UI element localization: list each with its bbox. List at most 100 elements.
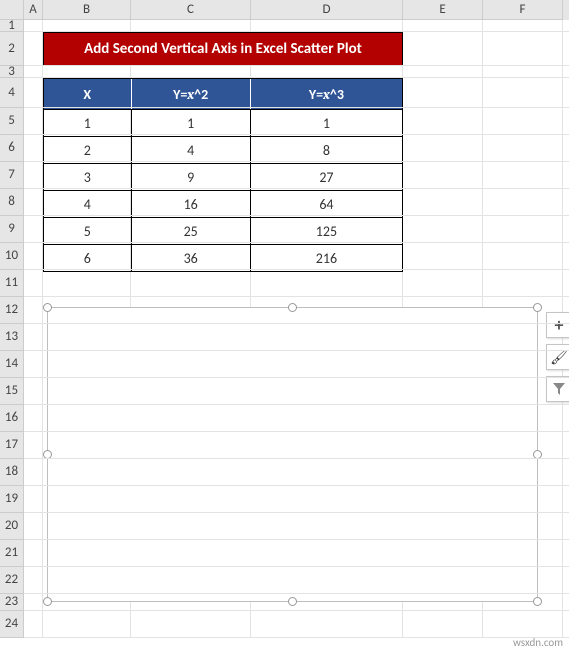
title-text: Add Second Vertical Axis in Excel Scatte… — [84, 40, 362, 58]
table-cell[interactable]: 4 — [132, 137, 251, 163]
table-row[interactable]: 248 — [44, 136, 402, 163]
row-header-5[interactable]: 5 — [0, 108, 24, 135]
plus-icon: + — [555, 314, 564, 336]
gridline — [24, 539, 569, 540]
header-y-cubed: Y=x^3 — [251, 79, 402, 109]
col-header-B[interactable]: B — [43, 0, 131, 20]
col-header-A[interactable]: A — [24, 0, 43, 20]
select-all-corner[interactable] — [0, 0, 24, 20]
table-cell[interactable]: 2 — [44, 137, 132, 163]
table-cell[interactable]: 9 — [132, 164, 251, 190]
gridline — [24, 269, 569, 270]
col-header-D[interactable]: D — [251, 0, 403, 20]
row-header-24[interactable]: 24 — [0, 611, 24, 638]
gridline — [24, 296, 569, 297]
resize-handle-nw[interactable] — [43, 303, 52, 312]
row-header-17[interactable]: 17 — [0, 432, 24, 459]
row-header-2[interactable]: 2 — [0, 32, 24, 66]
chart-float-buttons: + 🖌 — [546, 312, 569, 402]
table-cell[interactable]: 125 — [251, 218, 402, 244]
table-row[interactable]: 41664 — [44, 190, 402, 217]
table-cell[interactable]: 8 — [251, 137, 402, 163]
chart-filters-button[interactable] — [546, 376, 569, 402]
column-headers: A B C D E F — [0, 0, 569, 20]
row-header-8[interactable]: 8 — [0, 189, 24, 216]
table-cell[interactable]: 64 — [251, 191, 402, 217]
resize-handle-ne[interactable] — [533, 303, 542, 312]
table-cell[interactable]: 5 — [44, 218, 132, 244]
watermark: wsxdn.com — [513, 636, 563, 649]
funnel-icon — [552, 382, 566, 396]
table-row[interactable]: 525125 — [44, 217, 402, 244]
gridline — [24, 323, 569, 324]
gridline — [24, 377, 569, 378]
gridline — [24, 188, 569, 189]
table-row[interactable]: 111 — [44, 109, 402, 136]
gridline — [24, 566, 569, 567]
table-header-row: X Y=x^2 Y=x^3 — [44, 79, 402, 109]
row-header-6[interactable]: 6 — [0, 135, 24, 162]
resize-handle-se[interactable] — [533, 597, 542, 606]
row-header-3[interactable]: 3 — [0, 66, 24, 78]
col-header-C[interactable]: C — [131, 0, 251, 20]
chart-styles-button[interactable]: 🖌 — [546, 344, 569, 370]
gridline — [24, 458, 569, 459]
header-x: X — [44, 79, 132, 109]
row-header-1[interactable]: 1 — [0, 20, 24, 32]
col-header-E[interactable]: E — [403, 0, 483, 20]
gridline — [24, 637, 569, 638]
row-header-22[interactable]: 22 — [0, 567, 24, 594]
gridline — [24, 77, 569, 78]
table-cell[interactable]: 36 — [132, 245, 251, 271]
row-header-18[interactable]: 18 — [0, 459, 24, 486]
row-headers: 123456789101112131415161718192021222324 — [0, 20, 24, 638]
row-header-13[interactable]: 13 — [0, 324, 24, 351]
spreadsheet-area: A B C D E F 1234567891011121314151617181… — [0, 0, 569, 653]
chart-elements-button[interactable]: + — [546, 312, 569, 338]
col-header-F[interactable]: F — [483, 0, 563, 20]
row-header-23[interactable]: 23 — [0, 594, 24, 611]
row-header-9[interactable]: 9 — [0, 216, 24, 243]
resize-handle-s[interactable] — [288, 597, 297, 606]
table-cell[interactable]: 16 — [132, 191, 251, 217]
gridline — [24, 215, 569, 216]
table-cell[interactable]: 6 — [44, 245, 132, 271]
table-cell[interactable]: 25 — [132, 218, 251, 244]
resize-handle-sw[interactable] — [43, 597, 52, 606]
table-cell[interactable]: 4 — [44, 191, 132, 217]
row-header-15[interactable]: 15 — [0, 378, 24, 405]
resize-handle-n[interactable] — [288, 303, 297, 312]
chart-object[interactable] — [47, 307, 538, 602]
title-banner: Add Second Vertical Axis in Excel Scatte… — [43, 32, 403, 66]
gridline — [24, 161, 569, 162]
table-cell[interactable]: 1 — [44, 110, 132, 136]
gridline — [24, 610, 569, 611]
row-header-16[interactable]: 16 — [0, 405, 24, 432]
gridline — [24, 593, 569, 594]
gridline — [24, 134, 569, 135]
table-cell[interactable]: 1 — [132, 110, 251, 136]
row-header-7[interactable]: 7 — [0, 162, 24, 189]
row-header-21[interactable]: 21 — [0, 540, 24, 567]
row-header-14[interactable]: 14 — [0, 351, 24, 378]
row-header-11[interactable]: 11 — [0, 270, 24, 297]
table-cell[interactable]: 1 — [251, 110, 402, 136]
row-header-10[interactable]: 10 — [0, 243, 24, 270]
row-header-19[interactable]: 19 — [0, 486, 24, 513]
gridline — [24, 242, 569, 243]
row-header-20[interactable]: 20 — [0, 513, 24, 540]
gridline — [24, 512, 569, 513]
gridline — [24, 31, 569, 32]
header-y-squared: Y=x^2 — [132, 79, 251, 109]
table-row[interactable]: 3927 — [44, 163, 402, 190]
row-header-4[interactable]: 4 — [0, 78, 24, 108]
table-cell[interactable]: 3 — [44, 164, 132, 190]
table-row[interactable]: 636216 — [44, 244, 402, 271]
table-cell[interactable]: 216 — [251, 245, 402, 271]
gridline — [24, 431, 569, 432]
row-header-12[interactable]: 12 — [0, 297, 24, 324]
gridline — [24, 485, 569, 486]
gridline — [24, 65, 569, 66]
table-cell[interactable]: 27 — [251, 164, 402, 190]
cells-area[interactable]: Add Second Vertical Axis in Excel Scatte… — [24, 20, 569, 638]
